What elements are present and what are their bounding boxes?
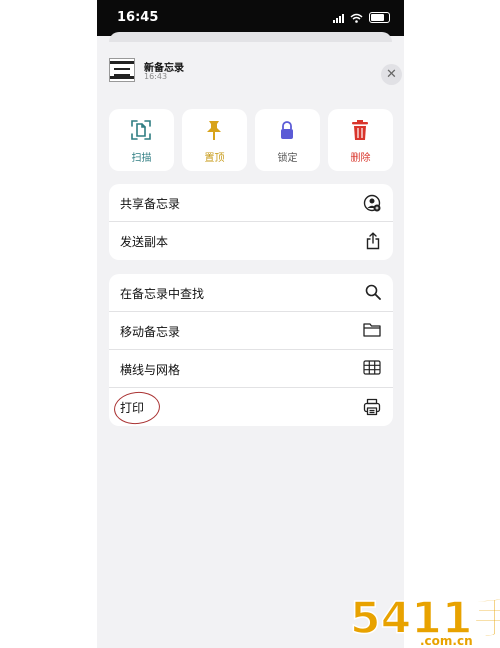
scan-label: 扫描 [131, 153, 152, 164]
status-bar: 16:45 [97, 0, 404, 36]
move-note-item[interactable]: 移动备忘录 [109, 312, 393, 350]
note-time: 16:43 [144, 72, 168, 81]
share-up-icon [366, 232, 380, 250]
wifi-icon [350, 13, 363, 23]
scan-button[interactable]: 扫描 [109, 109, 174, 171]
status-icons [333, 12, 390, 23]
share-menu-group: 共享备忘录 发送副本 [109, 184, 393, 260]
site-watermark: 5411手游网 .com.cn [350, 592, 500, 648]
find-in-note-label: 在备忘录中查找 [120, 287, 205, 301]
pin-button[interactable]: 置顶 [182, 109, 247, 171]
printer-icon [363, 398, 381, 416]
move-note-label: 移动备忘录 [120, 325, 181, 339]
folder-icon [363, 323, 381, 337]
delete-label: 删除 [350, 153, 371, 164]
delete-button[interactable]: 删除 [328, 109, 393, 171]
status-time: 16:45 [117, 10, 159, 25]
phone-screen: 16:45 新备忘录 16:43 ✕ 扫描 置顶 锁定 删除 共享备忘录 发送副… [97, 0, 404, 648]
scan-doc-icon [131, 120, 151, 140]
note-actions-sheet: 新备忘录 16:43 ✕ 扫描 置顶 锁定 删除 共享备忘录 发送副本 在备忘录… [97, 42, 404, 648]
quick-actions: 扫描 置顶 锁定 删除 [109, 109, 393, 171]
search-icon [365, 284, 381, 300]
note-header: 新备忘录 16:43 ✕ [109, 56, 402, 86]
watermark-subtext: .com.cn [420, 634, 473, 648]
find-in-note-item[interactable]: 在备忘录中查找 [109, 274, 393, 312]
lines-grids-item[interactable]: 横线与网格 [109, 350, 393, 388]
lock-label: 锁定 [277, 153, 298, 164]
note-thumbnail [109, 58, 135, 82]
share-note-label: 共享备忘录 [120, 197, 181, 211]
send-copy-item[interactable]: 发送副本 [109, 222, 393, 260]
share-note-item[interactable]: 共享备忘录 [109, 184, 393, 222]
close-icon: ✕ [386, 67, 397, 82]
lock-button[interactable]: 锁定 [255, 109, 320, 171]
print-label: 打印 [120, 401, 145, 415]
cellular-signal-icon [333, 13, 344, 23]
lines-grids-label: 横线与网格 [120, 363, 181, 377]
send-copy-label: 发送副本 [120, 235, 169, 249]
pin-icon [207, 121, 221, 140]
battery-icon [369, 12, 390, 23]
close-button[interactable]: ✕ [381, 64, 402, 85]
lock-icon [281, 121, 293, 139]
pin-label: 置顶 [204, 153, 225, 164]
trash-icon [352, 120, 368, 140]
print-item[interactable]: 打印 [109, 388, 393, 426]
note-options-group: 在备忘录中查找 移动备忘录 横线与网格 打印 [109, 274, 393, 426]
share-person-icon [363, 194, 381, 212]
grid-icon [363, 360, 381, 375]
